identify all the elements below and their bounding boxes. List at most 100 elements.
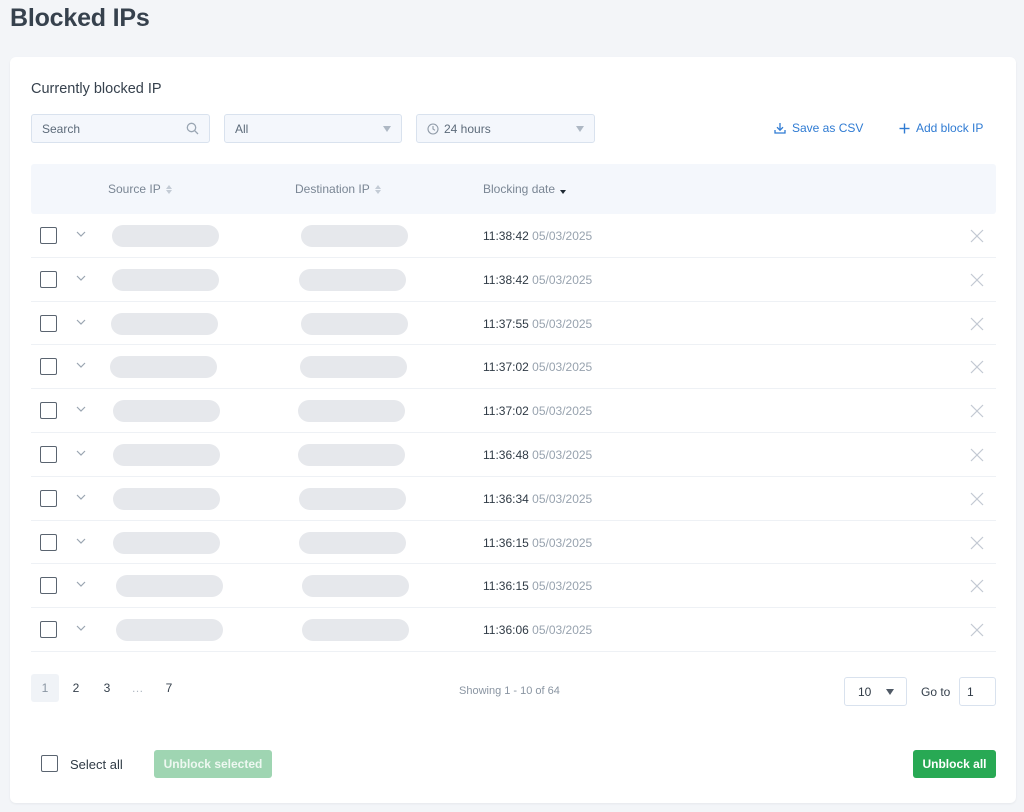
chevron-down-icon[interactable]	[75, 403, 87, 415]
column-header-blocking-date[interactable]: Blocking date	[483, 182, 567, 196]
chevron-down-icon[interactable]	[75, 359, 87, 371]
unblock-all-button[interactable]: Unblock all	[913, 750, 996, 778]
blocking-time: 11:38:42	[483, 229, 529, 243]
row-checkbox[interactable]	[40, 270, 57, 288]
add-block-ip-label: Add block IP	[916, 121, 984, 135]
source-ip-redacted	[113, 531, 220, 554]
destination-ip-redacted	[301, 225, 408, 247]
select-all-label[interactable]: Select all	[70, 757, 123, 772]
close-icon[interactable]	[970, 273, 984, 287]
blocking-time: 11:36:48	[483, 447, 529, 462]
page-button-3[interactable]: 3	[93, 674, 121, 702]
page-button-last[interactable]: 7	[155, 674, 183, 702]
chevron-down-icon[interactable]	[75, 622, 87, 634]
download-icon	[774, 123, 786, 134]
source-ip-redacted	[112, 268, 219, 291]
close-icon[interactable]	[970, 492, 984, 506]
source-ip-redacted	[116, 619, 223, 642]
blocked-ips-card: Currently blocked IP All 24 hours Save a…	[10, 57, 1016, 803]
close-icon[interactable]	[970, 317, 984, 331]
blocking-day: 05/03/2025	[532, 316, 593, 331]
blocking-date-cell: 11:38:42 05/03/2025	[483, 273, 592, 287]
blocking-time: 11:36:15	[483, 535, 529, 550]
page-ellipsis[interactable]: …	[124, 674, 152, 702]
caret-down-icon	[576, 125, 584, 132]
chevron-down-icon[interactable]	[75, 578, 87, 590]
page-button-1[interactable]: 1	[31, 674, 59, 702]
table-header: Source IP Destination IP Blocking date	[31, 164, 996, 214]
sort-icon	[165, 184, 172, 194]
blocking-date-cell: 11:38:42 05/03/2025	[483, 229, 592, 243]
chevron-down-icon[interactable]	[75, 228, 87, 240]
close-icon[interactable]	[970, 229, 984, 243]
source-ip-redacted	[111, 312, 218, 335]
blocking-time: 11:36:06	[483, 623, 529, 638]
row-checkbox[interactable]	[40, 621, 57, 639]
select-all-checkbox[interactable]	[41, 755, 58, 772]
destination-ip-redacted	[302, 619, 409, 642]
blocking-date-cell: 11:37:55 05/03/2025	[483, 317, 592, 331]
sort-desc-icon	[560, 185, 567, 194]
row-checkbox[interactable]	[40, 314, 57, 332]
destination-ip-redacted	[301, 312, 408, 335]
row-checkbox[interactable]	[40, 227, 57, 244]
chevron-down-icon[interactable]	[75, 316, 87, 328]
per-page-select[interactable]: 10	[844, 677, 907, 706]
row-checkbox[interactable]	[40, 358, 57, 376]
blocking-time: 11:38:42	[483, 272, 529, 287]
save-csv-label: Save as CSV	[792, 121, 864, 135]
column-header-label: Source IP	[108, 182, 161, 196]
source-ip-redacted	[113, 443, 220, 466]
blocking-date-cell: 11:37:02 05/03/2025	[483, 360, 592, 374]
search-input[interactable]	[42, 121, 182, 136]
close-icon[interactable]	[970, 536, 984, 550]
filter-select[interactable]: All	[224, 114, 402, 143]
row-checkbox[interactable]	[40, 445, 57, 463]
close-icon[interactable]	[970, 623, 984, 637]
destination-ip-redacted	[302, 575, 409, 598]
blocking-time: 11:37:55	[483, 316, 529, 331]
column-header-label: Blocking date	[483, 182, 556, 196]
close-icon[interactable]	[970, 404, 984, 418]
column-header-destination-ip[interactable]: Destination IP	[295, 182, 381, 196]
blocking-day: 05/03/2025	[532, 360, 593, 375]
pagination: 1 2 3 … 7	[31, 674, 186, 702]
destination-ip-redacted	[300, 356, 407, 379]
destination-ip-redacted	[299, 531, 406, 554]
sort-icon	[374, 184, 381, 194]
blocking-date-cell: 11:36:15 05/03/2025	[483, 579, 592, 593]
table-row: 11:38:42 05/03/2025	[31, 258, 996, 302]
chevron-down-icon[interactable]	[75, 272, 87, 284]
blocking-date-cell: 11:36:15 05/03/2025	[483, 536, 592, 550]
page-button-2[interactable]: 2	[62, 674, 90, 702]
row-checkbox[interactable]	[40, 402, 57, 420]
row-checkbox[interactable]	[40, 577, 57, 595]
chevron-down-icon[interactable]	[75, 491, 87, 503]
search-field[interactable]	[31, 114, 210, 143]
close-icon[interactable]	[970, 579, 984, 593]
page-title: Blocked IPs	[10, 4, 150, 32]
chevron-down-icon[interactable]	[75, 535, 87, 547]
add-block-ip-button[interactable]: Add block IP	[899, 121, 983, 135]
caret-down-icon	[886, 688, 894, 695]
table-row: 11:36:48 05/03/2025	[31, 433, 996, 477]
column-header-source-ip[interactable]: Source IP	[108, 182, 172, 196]
row-checkbox[interactable]	[40, 489, 57, 507]
row-checkbox[interactable]	[40, 533, 57, 551]
source-ip-redacted	[112, 225, 219, 247]
blocking-day: 05/03/2025	[532, 447, 593, 462]
table-row: 11:36:15 05/03/2025	[31, 564, 996, 609]
close-icon[interactable]	[970, 360, 984, 374]
blocking-date-cell: 11:36:06 05/03/2025	[483, 623, 592, 637]
time-range-select[interactable]: 24 hours	[416, 114, 595, 143]
showing-count: Showing 1 - 10 of 64	[459, 685, 560, 697]
chevron-down-icon[interactable]	[75, 447, 87, 459]
blocking-date-cell: 11:36:48 05/03/2025	[483, 448, 592, 462]
goto-page-input[interactable]	[959, 677, 996, 706]
destination-ip-redacted	[298, 400, 405, 423]
unblock-selected-button[interactable]: Unblock selected	[154, 750, 272, 778]
close-icon[interactable]	[970, 448, 984, 462]
source-ip-redacted	[110, 356, 217, 379]
card-title: Currently blocked IP	[31, 81, 162, 97]
save-csv-button[interactable]: Save as CSV	[774, 121, 863, 135]
